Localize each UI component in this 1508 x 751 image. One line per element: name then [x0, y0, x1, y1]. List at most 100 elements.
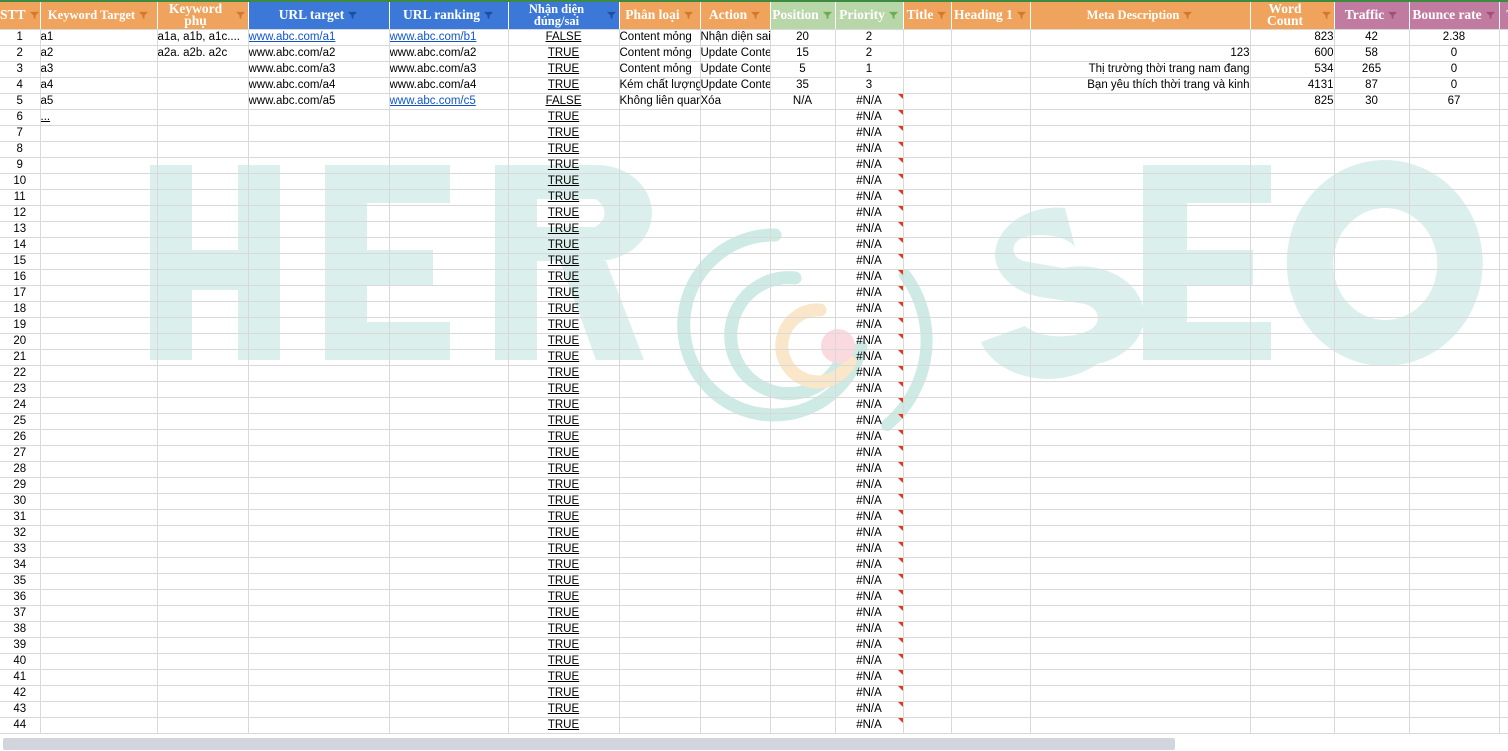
cell-url_rank[interactable] — [389, 381, 509, 398]
url_target-link[interactable]: www.abc.com/a1 — [249, 31, 336, 43]
cell-url_target[interactable] — [248, 301, 390, 318]
cell-kw_phu[interactable] — [157, 61, 249, 78]
cell-phan_loai[interactable] — [619, 621, 701, 638]
cell-priority[interactable]: 1 — [835, 61, 904, 78]
cell-heading1[interactable] — [951, 333, 1031, 350]
cell-meta_desc[interactable] — [1030, 205, 1251, 222]
cell-title[interactable] — [903, 397, 952, 414]
cell-word_count[interactable] — [1250, 381, 1335, 398]
cell-word_count[interactable]: 600 — [1250, 45, 1335, 62]
cell-time_site[interactable] — [1499, 509, 1508, 526]
cell-url_rank[interactable] — [389, 333, 509, 350]
cell-nhan_dien[interactable]: TRUE — [508, 701, 620, 718]
cell-title[interactable] — [903, 221, 952, 238]
cell-title[interactable] — [903, 445, 952, 462]
cell-nhan_dien[interactable]: TRUE — [508, 605, 620, 622]
cell-url_target[interactable] — [248, 189, 390, 206]
cell-priority[interactable]: #N/A — [835, 205, 904, 222]
cell-priority[interactable]: #N/A — [835, 365, 904, 382]
cell-kw_target[interactable] — [40, 493, 158, 510]
cell-url_rank[interactable] — [389, 637, 509, 654]
cell-meta_desc[interactable] — [1030, 637, 1251, 654]
cell-traffic[interactable] — [1334, 637, 1410, 654]
cell-url_rank[interactable] — [389, 397, 509, 414]
cell-meta_desc[interactable] — [1030, 445, 1251, 462]
cell-priority[interactable]: #N/A — [835, 621, 904, 638]
cell-kw_phu[interactable] — [157, 269, 249, 286]
cell-kw_target[interactable] — [40, 333, 158, 350]
cell-nhan_dien[interactable]: TRUE — [508, 237, 620, 254]
cell-kw_phu[interactable]: a2a. a2b. a2c — [157, 45, 249, 62]
cell-meta_desc[interactable] — [1030, 685, 1251, 702]
cell-action[interactable] — [700, 397, 771, 414]
cell-url_target[interactable] — [248, 333, 390, 350]
cell-phan_loai[interactable]: Content mỏng — [619, 29, 701, 46]
column-header-heading1[interactable]: Heading 1 — [951, 0, 1031, 30]
cell-word_count[interactable] — [1250, 253, 1335, 270]
cell-traffic[interactable] — [1334, 669, 1410, 686]
row-number[interactable]: 12 — [0, 205, 41, 222]
filter-funnel-icon[interactable] — [606, 10, 617, 21]
cell-word_count[interactable] — [1250, 589, 1335, 606]
cell-word_count[interactable]: 823 — [1250, 29, 1335, 46]
cell-phan_loai[interactable]: Không liên quan — [619, 93, 701, 110]
cell-time_site[interactable] — [1499, 349, 1508, 366]
row-number[interactable]: 16 — [0, 269, 41, 286]
cell-url_rank[interactable]: www.abc.com/b1 — [389, 29, 509, 46]
cell-priority[interactable]: #N/A — [835, 333, 904, 350]
cell-time_site[interactable] — [1499, 477, 1508, 494]
cell-position[interactable] — [770, 525, 836, 542]
cell-kw_target[interactable] — [40, 717, 158, 734]
cell-bounce[interactable] — [1409, 445, 1500, 462]
cell-meta_desc[interactable] — [1030, 173, 1251, 190]
cell-word_count[interactable] — [1250, 541, 1335, 558]
cell-kw_target[interactable] — [40, 621, 158, 638]
cell-bounce[interactable]: 0 — [1409, 61, 1500, 78]
cell-position[interactable] — [770, 445, 836, 462]
cell-bounce[interactable] — [1409, 269, 1500, 286]
cell-priority[interactable]: #N/A — [835, 285, 904, 302]
cell-traffic[interactable] — [1334, 317, 1410, 334]
cell-kw_phu[interactable] — [157, 237, 249, 254]
cell-heading1[interactable] — [951, 445, 1031, 462]
cell-kw_phu[interactable] — [157, 125, 249, 142]
cell-priority[interactable]: #N/A — [835, 125, 904, 142]
cell-word_count[interactable] — [1250, 205, 1335, 222]
cell-position[interactable] — [770, 173, 836, 190]
cell-action[interactable] — [700, 317, 771, 334]
cell-word_count[interactable] — [1250, 557, 1335, 574]
row-number[interactable]: 15 — [0, 253, 41, 270]
cell-action[interactable] — [700, 285, 771, 302]
cell-position[interactable] — [770, 429, 836, 446]
cell-priority[interactable]: #N/A — [835, 269, 904, 286]
cell-word_count[interactable] — [1250, 685, 1335, 702]
cell-position[interactable]: 5 — [770, 61, 836, 78]
cell-phan_loai[interactable] — [619, 413, 701, 430]
cell-url_target[interactable] — [248, 349, 390, 366]
cell-position[interactable] — [770, 253, 836, 270]
row-number[interactable]: 3 — [0, 61, 41, 78]
cell-phan_loai[interactable]: Content mỏng — [619, 45, 701, 62]
cell-meta_desc[interactable] — [1030, 717, 1251, 734]
row-number[interactable]: 43 — [0, 701, 41, 718]
cell-url_rank[interactable] — [389, 653, 509, 670]
cell-phan_loai[interactable] — [619, 589, 701, 606]
cell-title[interactable] — [903, 493, 952, 510]
cell-kw_phu[interactable] — [157, 221, 249, 238]
scrollbar-thumb[interactable] — [3, 738, 1175, 750]
filter-funnel-icon[interactable] — [683, 10, 694, 21]
cell-position[interactable] — [770, 509, 836, 526]
cell-title[interactable] — [903, 541, 952, 558]
cell-bounce[interactable] — [1409, 221, 1500, 238]
cell-url_target[interactable] — [248, 493, 390, 510]
cell-title[interactable] — [903, 189, 952, 206]
cell-meta_desc[interactable] — [1030, 93, 1251, 110]
cell-kw_target[interactable]: a4 — [40, 77, 158, 94]
cell-url_target[interactable] — [248, 669, 390, 686]
cell-action[interactable] — [700, 381, 771, 398]
cell-traffic[interactable] — [1334, 477, 1410, 494]
cell-kw_target[interactable] — [40, 349, 158, 366]
cell-time_site[interactable] — [1499, 109, 1508, 126]
cell-bounce[interactable] — [1409, 381, 1500, 398]
cell-action[interactable] — [700, 173, 771, 190]
